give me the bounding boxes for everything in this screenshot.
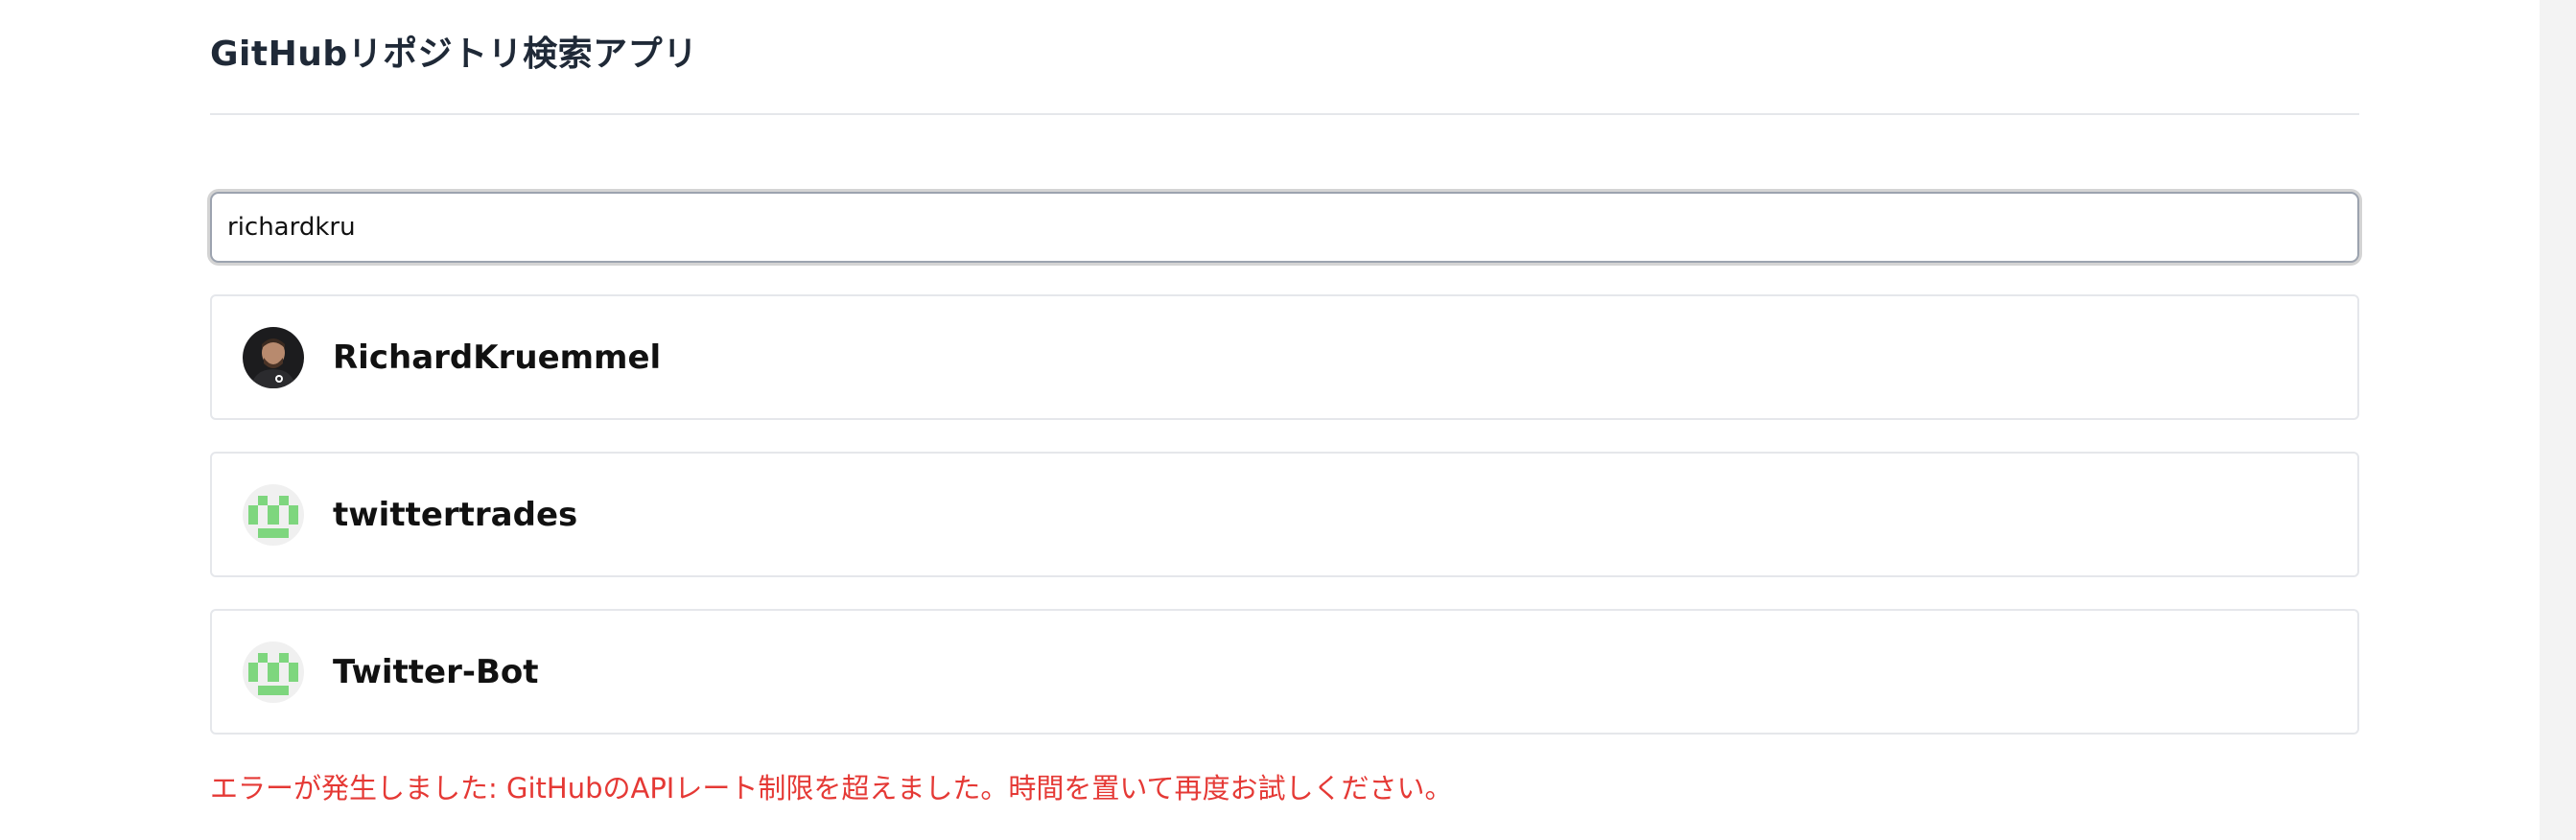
- header: GitHubリポジトリ検索アプリ: [210, 0, 2359, 115]
- list-item[interactable]: RichardKruemmel: [210, 294, 2359, 420]
- list-item[interactable]: Twitter-Bot: [210, 609, 2359, 735]
- error-message: エラーが発生しました: GitHubのAPIレート制限を超えました。時間を置いて…: [210, 772, 1453, 805]
- username: RichardKruemmel: [333, 338, 662, 377]
- user-photo-icon: [243, 326, 304, 388]
- page-title: GitHubリポジトリ検索アプリ: [210, 35, 698, 74]
- search-input[interactable]: [210, 192, 2359, 263]
- username: twittertrades: [333, 495, 578, 534]
- list-item[interactable]: twittertrades: [210, 452, 2359, 577]
- identicon-icon: [243, 641, 304, 703]
- results-list: RichardKruemmel twittertrades Twitter-Bo…: [210, 294, 2359, 766]
- avatar: [243, 641, 304, 703]
- page: GitHubリポジトリ検索アプリ RichardKruemmel: [0, 0, 2576, 840]
- main-container: GitHubリポジトリ検索アプリ RichardKruemmel: [210, 0, 2359, 805]
- avatar: [243, 326, 304, 388]
- scrollbar-track[interactable]: [2540, 0, 2576, 840]
- username: Twitter-Bot: [333, 652, 539, 691]
- avatar: [243, 483, 304, 546]
- identicon-icon: [243, 483, 304, 546]
